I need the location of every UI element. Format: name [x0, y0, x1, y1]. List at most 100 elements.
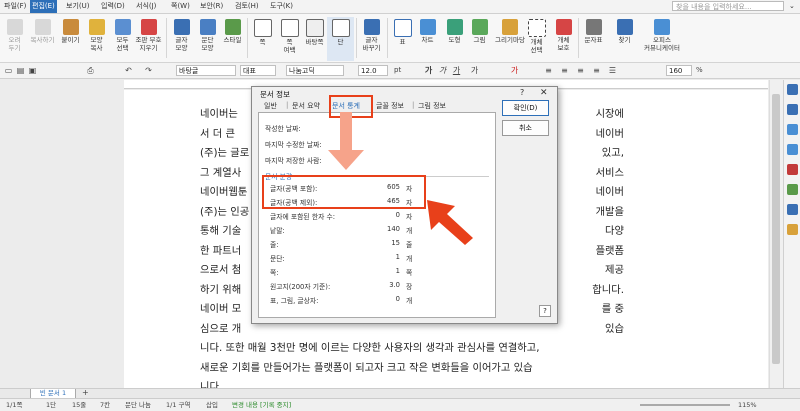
align-center-icon[interactable]: ≡: [560, 66, 569, 75]
status-col: 7칸: [100, 401, 111, 409]
picture-button[interactable]: 그림: [466, 17, 493, 61]
format-copy-button[interactable]: 모양 복사: [83, 17, 110, 61]
menu-edit[interactable]: 편집(E): [30, 0, 57, 13]
language-select[interactable]: 대표: [240, 65, 276, 76]
align-justify-icon[interactable]: ≡: [592, 66, 601, 75]
stat-label: 글자에 포함된 한자 수:: [270, 213, 336, 221]
status-zoom[interactable]: 115%: [738, 399, 757, 411]
status-insert-mode[interactable]: 삽입: [206, 399, 218, 411]
menu-view[interactable]: 보기(U): [64, 0, 91, 13]
master-page-icon: [305, 19, 324, 37]
char-shape-button[interactable]: 글자 모양: [168, 17, 195, 61]
cancel-button[interactable]: 취소: [502, 120, 549, 136]
chart-button[interactable]: 차트: [414, 17, 441, 61]
tab-summary[interactable]: 문서 요약: [292, 101, 320, 111]
copy-button[interactable]: 복사하기: [29, 17, 56, 61]
font-color-icon[interactable]: 가: [510, 66, 519, 75]
font-select[interactable]: 나눔고딕: [286, 65, 344, 76]
line-spacing-icon[interactable]: ☰: [608, 66, 617, 75]
page-button[interactable]: 쪽: [249, 17, 276, 61]
pane-clip-icon[interactable]: [787, 124, 798, 135]
bold-icon[interactable]: 가: [424, 66, 433, 75]
task-pane-bar: [783, 80, 800, 388]
undo-icon[interactable]: ↶: [124, 66, 133, 75]
status-bar: 1/1쪽 1단 15줄 7칸 문단 나눔 1/1 구역 삽입 변경 내용 [기록…: [0, 398, 800, 411]
close-icon[interactable]: ✕: [540, 88, 548, 98]
object-select-button[interactable]: 개체 선택: [523, 17, 550, 61]
status-track-changes[interactable]: 변경 내용 [기록 중지]: [232, 399, 291, 411]
help-search-input[interactable]: 찾을 내용을 입력하세요...: [672, 1, 784, 11]
created-date-label: 작성한 날짜:: [265, 125, 301, 133]
stat-unit: 장: [406, 283, 413, 291]
shape-button[interactable]: 도형: [441, 17, 468, 61]
italic-icon[interactable]: 가: [438, 66, 447, 75]
stat-label: 원고지(200자 기준):: [270, 283, 331, 291]
find-button[interactable]: 찾기: [611, 17, 638, 61]
object-protect-button[interactable]: 개체 보호: [550, 17, 577, 61]
vertical-scrollbar[interactable]: [769, 80, 783, 388]
save-icon[interactable]: ▣: [28, 66, 37, 75]
columns-button[interactable]: 단: [327, 17, 354, 61]
pane-navigate-icon[interactable]: [787, 144, 798, 155]
master-page-button[interactable]: 바탕쪽: [301, 17, 328, 61]
help-question-button[interactable]: ?: [539, 305, 551, 317]
doc-line-end: 시장에: [595, 108, 624, 120]
stat-row: 글자에 포함된 한자 수: 0 자: [270, 211, 420, 221]
pane-style-icon[interactable]: [787, 104, 798, 115]
table-button[interactable]: 표: [389, 17, 416, 61]
tab-general[interactable]: 일반: [264, 101, 277, 111]
align-left-icon[interactable]: ≡: [544, 66, 553, 75]
strikethrough-icon[interactable]: 가: [470, 66, 479, 75]
down-arrow-icon: [328, 112, 364, 170]
paste-button[interactable]: 붙이기: [57, 17, 84, 61]
pane-bookmark-icon[interactable]: [787, 224, 798, 235]
margin-button[interactable]: 쪽 여백: [276, 17, 303, 61]
menu-format[interactable]: 서식(J): [134, 0, 158, 13]
menu-file[interactable]: 파일(F): [2, 0, 28, 13]
stat-unit: 개: [406, 227, 413, 235]
replace-char-button[interactable]: 글자 바꾸기: [358, 17, 385, 61]
stat-label: 표, 그림, 글상자:: [270, 297, 319, 305]
pane-media-icon[interactable]: [787, 164, 798, 175]
pane-book-icon[interactable]: [787, 184, 798, 195]
menu-more-icon[interactable]: ⌄: [787, 0, 797, 13]
align-right-icon[interactable]: ≡: [576, 66, 585, 75]
stat-value: 1: [395, 267, 400, 275]
doc-line-end: 플랫폼: [595, 245, 624, 257]
margin-icon: [280, 19, 299, 37]
symbol-button[interactable]: 문자표: [580, 17, 607, 61]
new-doc-icon[interactable]: ▭: [4, 66, 13, 75]
print-icon[interactable]: ⎙: [86, 66, 95, 75]
tab-pictures[interactable]: 그림 정보: [418, 101, 446, 111]
style-button[interactable]: 스타일: [219, 17, 246, 61]
clear-code-button[interactable]: 조판 부호 지우기: [135, 17, 162, 61]
menu-insert[interactable]: 입력(D): [99, 0, 127, 13]
communicator-button[interactable]: 오피스 커뮤니케이터: [640, 17, 684, 61]
help-icon[interactable]: ?: [520, 88, 524, 97]
menu-tools[interactable]: 도구(K): [268, 0, 295, 13]
menu-security[interactable]: 보안(R): [198, 0, 225, 13]
tab-fonts[interactable]: 글꼴 정보: [376, 101, 404, 111]
doc-line-end: 개발을: [595, 206, 624, 218]
scroll-thumb[interactable]: [772, 94, 780, 364]
redo-icon[interactable]: ↷: [144, 66, 153, 75]
style-select[interactable]: 바탕글: [176, 65, 236, 76]
chart-icon: [419, 19, 436, 35]
para-shape-button[interactable]: 문단 모양: [194, 17, 221, 61]
stat-value: 0: [395, 295, 400, 303]
font-size-input[interactable]: 12.0: [358, 65, 388, 76]
pane-doc-icon[interactable]: [787, 84, 798, 95]
ok-button[interactable]: 확인(D): [502, 100, 549, 116]
ribbon-separator: [166, 18, 167, 58]
zoom-slider[interactable]: [640, 404, 730, 406]
pane-shape-icon[interactable]: [787, 204, 798, 215]
zoom-input[interactable]: 160: [666, 65, 692, 76]
menu-review[interactable]: 검토(H): [233, 0, 261, 13]
select-all-button[interactable]: 모두 선택: [109, 17, 136, 61]
underline-icon[interactable]: 가: [452, 66, 461, 75]
cut-button[interactable]: 오려 두기: [1, 17, 28, 61]
menu-page[interactable]: 쪽(W): [169, 0, 192, 13]
doc-line-end: 서비스: [595, 167, 624, 179]
open-icon[interactable]: ▤: [16, 66, 25, 75]
ribbon-separator: [356, 18, 357, 58]
